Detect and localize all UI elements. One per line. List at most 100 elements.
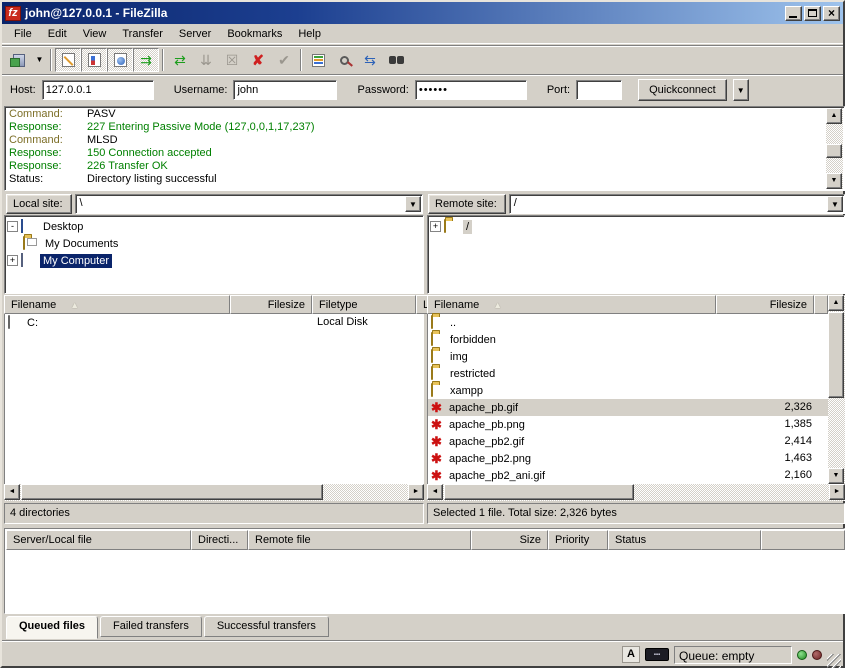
remote-status-text: Selected 1 file. Total size: 2,326 bytes <box>433 507 617 519</box>
column-header-filename[interactable]: Filename▲ <box>427 295 716 314</box>
file-row[interactable]: ✱ apache_pb2.png 1,463 <box>428 450 828 467</box>
toolbar-separator <box>300 49 302 71</box>
tree-item-my-documents[interactable]: My Documents <box>7 235 421 252</box>
remote-horizontal-scrollbar[interactable]: ◄ ► <box>427 484 845 501</box>
menu-file[interactable]: File <box>6 26 40 42</box>
remote-vertical-scrollbar[interactable]: ▲ ▼ <box>828 295 845 484</box>
file-row[interactable]: ✱ apache_pb.png 1,385 <box>428 416 828 433</box>
tree-item-desktop[interactable]: - Desktop <box>7 218 421 235</box>
site-manager-button[interactable] <box>6 48 32 72</box>
file-row[interactable]: ✱ apache_pb2.gif 2,414 <box>428 433 828 450</box>
column-header-direction[interactable]: Directi... <box>191 530 248 550</box>
local-site-dropdown[interactable]: ▼ <box>405 196 421 212</box>
queue-tabs: Queued files Failed transfers Successful… <box>4 616 329 639</box>
menu-server[interactable]: Server <box>171 26 219 42</box>
scroll-left-icon[interactable]: ◄ <box>427 484 443 500</box>
column-header-filetype[interactable]: Filetype <box>312 295 416 314</box>
file-row[interactable]: img <box>428 348 828 365</box>
tab-successful-transfers[interactable]: Successful transfers <box>204 616 329 637</box>
close-button[interactable]: × <box>823 6 840 21</box>
file-row[interactable]: xampp <box>428 382 828 399</box>
transfer-type-indicator[interactable]: A <box>622 646 640 663</box>
tree-expand-icon[interactable]: + <box>430 221 441 232</box>
local-horizontal-scrollbar[interactable]: ◄ ► <box>4 484 424 501</box>
file-row[interactable]: restricted <box>428 365 828 382</box>
column-header-filename[interactable]: Filename▲ <box>4 295 230 314</box>
tree-item-root[interactable]: + / <box>430 218 842 235</box>
menu-transfer[interactable]: Transfer <box>114 26 171 42</box>
tab-failed-transfers[interactable]: Failed transfers <box>100 616 202 637</box>
synchronized-browsing-button[interactable]: ⇆ <box>357 48 383 72</box>
column-header-size[interactable]: Size <box>471 530 548 550</box>
process-queue-button[interactable]: ⇊ <box>193 48 219 72</box>
quickconnect-dropdown[interactable]: ▼ <box>733 79 749 101</box>
menu-help[interactable]: Help <box>290 26 329 42</box>
scroll-up-icon[interactable]: ▲ <box>828 295 844 311</box>
file-size: 1,385 <box>784 418 812 430</box>
status-bar: A ▪▪▪ Queue: empty <box>2 640 843 668</box>
column-header-filesize[interactable]: Filesize <box>716 295 814 314</box>
find-files-button[interactable] <box>383 48 409 72</box>
refresh-icon: ⇄ <box>174 53 186 67</box>
file-row-c-drive[interactable]: C: Local Disk <box>5 314 424 331</box>
scroll-right-icon[interactable]: ► <box>829 484 845 500</box>
toggle-local-tree-button[interactable] <box>81 48 107 72</box>
toggle-message-log-button[interactable] <box>55 48 81 72</box>
chevron-down-icon: ▼ <box>831 200 839 209</box>
menu-edit[interactable]: Edit <box>40 26 75 42</box>
filter-button[interactable] <box>305 48 331 72</box>
reconnect-button[interactable]: ✔ <box>271 48 297 72</box>
tree-collapse-icon[interactable]: - <box>7 221 18 232</box>
cancel-operation-button[interactable]: ☒ <box>219 48 245 72</box>
remote-site-dropdown[interactable]: ▼ <box>827 196 843 212</box>
column-header-priority[interactable]: Priority <box>548 530 608 550</box>
menu-view[interactable]: View <box>75 26 115 42</box>
maximize-button[interactable] <box>804 6 821 21</box>
scrollbar-thumb[interactable] <box>444 484 634 500</box>
password-input[interactable] <box>415 80 527 100</box>
toggle-queue-button[interactable]: ⇉ <box>133 48 159 72</box>
site-manager-dropdown[interactable]: ▼ <box>32 48 47 72</box>
scroll-down-icon[interactable]: ▼ <box>826 173 842 189</box>
column-header-status[interactable]: Status <box>608 530 761 550</box>
minimize-button[interactable] <box>785 6 802 21</box>
log-vertical-scrollbar[interactable]: ▲ ▼ <box>826 108 843 189</box>
local-status-bar: 4 directories <box>4 503 424 524</box>
port-input[interactable] <box>576 80 622 100</box>
title-bar[interactable]: fz john@127.0.0.1 - FileZilla × <box>2 2 843 24</box>
reconnect-icon: ✔ <box>278 53 290 67</box>
resize-grip[interactable] <box>827 654 841 668</box>
column-header-remote-file[interactable]: Remote file <box>248 530 471 550</box>
toolbar-separator <box>50 49 52 71</box>
tab-queued-files[interactable]: Queued files <box>6 616 98 639</box>
local-site-combobox[interactable]: \ ▼ <box>75 194 423 214</box>
disconnect-button[interactable]: ✘ <box>245 48 271 72</box>
scroll-left-icon[interactable]: ◄ <box>4 484 20 500</box>
column-header-server-local-file[interactable]: Server/Local file <box>6 530 191 550</box>
scrollbar-thumb[interactable] <box>21 484 323 500</box>
menu-bookmarks[interactable]: Bookmarks <box>219 26 290 42</box>
refresh-button[interactable]: ⇄ <box>167 48 193 72</box>
file-row-selected[interactable]: ✱ apache_pb.gif 2,326 <box>428 399 828 416</box>
quickconnect-button[interactable]: Quickconnect <box>638 79 727 101</box>
remote-site-combobox[interactable]: / ▼ <box>509 194 845 214</box>
scrollbar-thumb[interactable] <box>826 144 842 158</box>
file-row[interactable]: forbidden <box>428 331 828 348</box>
file-row[interactable]: ✱ apache_pb2_ani.gif 2,160 <box>428 467 828 484</box>
file-row[interactable]: .. <box>428 314 828 331</box>
tree-expand-icon[interactable]: + <box>7 255 18 266</box>
directory-comparison-button[interactable] <box>331 48 357 72</box>
log-text: PASV <box>87 108 116 121</box>
file-size: 2,326 <box>784 401 812 413</box>
scroll-up-icon[interactable]: ▲ <box>826 108 842 124</box>
minimize-icon <box>789 16 797 18</box>
tree-item-my-computer[interactable]: + My Computer <box>7 252 421 269</box>
scroll-right-icon[interactable]: ► <box>408 484 424 500</box>
tree-item-label: My Documents <box>42 237 121 251</box>
host-input[interactable] <box>42 80 154 100</box>
toggle-remote-tree-button[interactable] <box>107 48 133 72</box>
scroll-down-icon[interactable]: ▼ <box>828 468 844 484</box>
scrollbar-thumb[interactable] <box>828 312 844 398</box>
column-header-filesize[interactable]: Filesize <box>230 295 312 314</box>
username-input[interactable] <box>233 80 337 100</box>
